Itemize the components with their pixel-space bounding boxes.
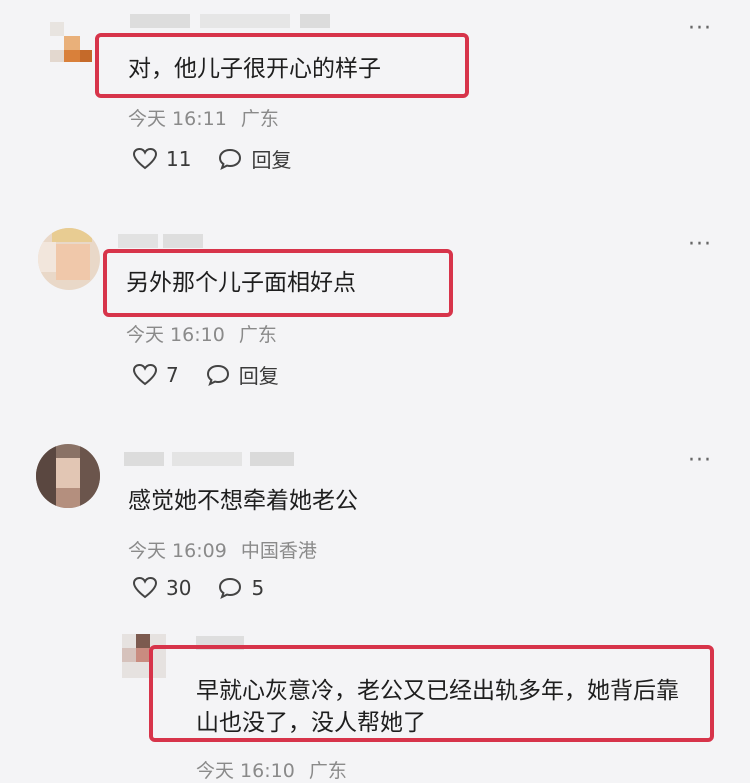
reply-text-line-1: 早就心灰意冷，老公又已经出轨多年，她背后靠 [196,678,679,704]
heart-icon [132,363,158,385]
reply-text-line-2: 山也没了，没人帮她了 [196,710,426,736]
reply-count: 5 [251,576,265,600]
timestamp: 今天 16:11 [128,108,227,130]
reply-meta: 今天 16:10 广东 [196,756,347,783]
comment-text: 另外那个儿子面相好点 [126,270,356,296]
like-count: 11 [166,146,192,171]
username-blurred[interactable] [130,14,330,28]
avatar[interactable] [36,444,100,508]
comment-meta: 今天 16:11 广东 [128,104,279,131]
location: 广东 [240,108,279,130]
reply-button[interactable]: 5 [217,576,264,600]
timestamp: 今天 16:10 [126,324,225,346]
comment-actions: 7 回复 [132,360,305,389]
avatar[interactable] [38,228,100,290]
comment-text: 感觉她不想牵着她老公 [128,488,358,514]
heart-icon [132,147,158,169]
like-button[interactable]: 11 [132,147,191,171]
like-button[interactable]: 30 [132,576,191,600]
reply-button[interactable]: 回复 [217,144,291,173]
avatar[interactable] [122,634,166,678]
comment-actions: 30 5 [132,576,290,600]
heart-icon [132,576,158,599]
comment-bubble-icon [219,577,242,599]
timestamp: 今天 16:09 [128,540,227,562]
reply-button[interactable]: 回复 [205,360,279,389]
username-blurred[interactable] [124,452,294,466]
like-button[interactable]: 7 [132,363,179,387]
comment-meta: 今天 16:09 中国香港 [128,536,317,563]
comment-meta: 今天 16:10 广东 [126,320,277,347]
more-icon[interactable]: ··· [688,234,712,256]
reply-label: 回复 [238,364,279,388]
username-blurred[interactable] [196,636,244,650]
more-icon[interactable]: ··· [688,18,712,40]
comment-bubble-icon [206,364,229,386]
username-blurred[interactable] [118,234,208,248]
comment-text: 对，他儿子很开心的样子 [128,56,381,82]
avatar[interactable] [42,14,94,66]
comment-actions: 11 回复 [132,144,317,173]
comment-bubble-icon [219,148,242,170]
location: 中国香港 [240,540,317,562]
location: 广东 [238,324,277,346]
like-count: 7 [166,362,179,387]
more-icon[interactable]: ··· [688,450,712,472]
reply-label: 回复 [251,148,292,172]
like-count: 30 [166,576,192,600]
timestamp: 今天 16:10 [196,760,295,782]
location: 广东 [308,760,347,782]
